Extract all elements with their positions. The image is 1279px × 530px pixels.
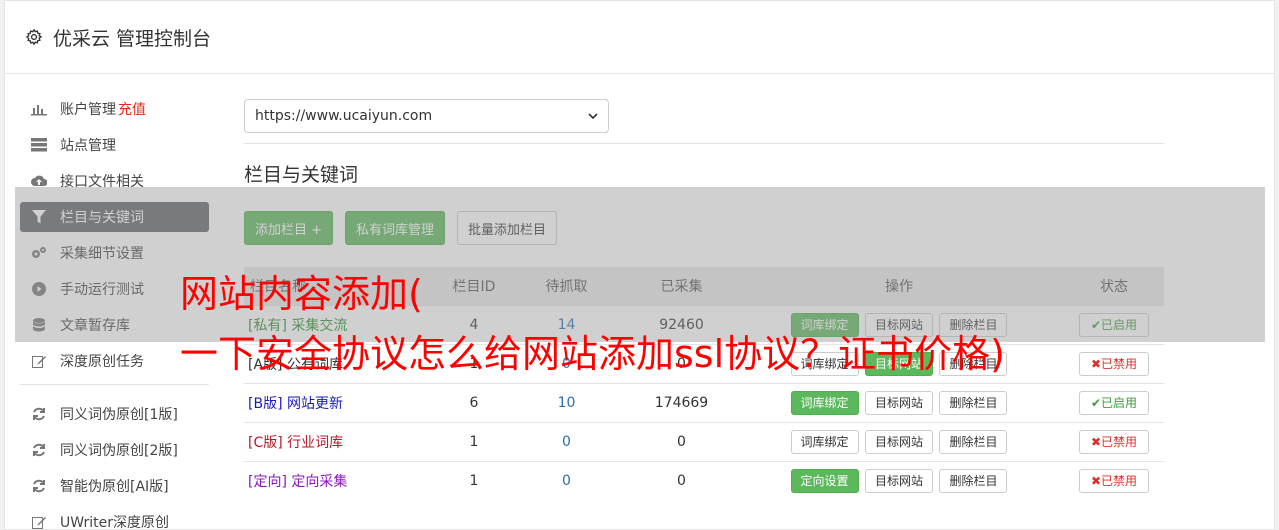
sidebar-item-label: UWriter深度原创 xyxy=(60,515,169,530)
column-name-cell[interactable]: [B版] 网站更新 xyxy=(244,382,444,422)
site-select-value: https://www.ucaiyun.com xyxy=(255,108,433,124)
pending-count[interactable]: 10 xyxy=(504,382,629,422)
sidebar-item-uwriter[interactable]: UWriter深度原创 xyxy=(20,507,209,530)
gray-overlay-band xyxy=(15,187,1265,342)
watermark-line-1: 网站内容添加( xyxy=(180,272,423,316)
status-cell: ✔已启用 xyxy=(1064,382,1164,422)
column-tag: [定向] xyxy=(248,473,287,490)
site-select[interactable]: https://www.ucaiyun.com xyxy=(244,99,609,133)
refresh-icon xyxy=(31,406,47,422)
column-name: 行业词库 xyxy=(287,434,344,451)
ops-cell: 定向设置 目标网站 删除栏目 xyxy=(734,460,1064,500)
bind-lib-button[interactable]: 词库绑定 xyxy=(790,390,859,415)
sidebar-item-ai-original[interactable]: 智能伪原创[AI版] xyxy=(20,471,209,501)
column-id: 1 xyxy=(444,421,504,461)
sidebar-item-label: 深度原创任务 xyxy=(60,354,144,370)
status-toggle[interactable]: ✔已启用 xyxy=(1078,390,1150,415)
recharge-link[interactable]: 充值 xyxy=(118,99,146,119)
status-toggle[interactable]: ✖已禁用 xyxy=(1078,468,1150,493)
column-id: 1 xyxy=(444,460,504,500)
server-icon xyxy=(31,137,47,153)
page-header: 优采云 管理控制台 xyxy=(5,1,1274,74)
delete-column-button[interactable]: 删除栏目 xyxy=(939,468,1008,493)
sidebar-divider xyxy=(20,384,209,385)
table-row: [定向] 定向采集 1 0 0 定向设置 目标网站 删除栏目 ✖已禁用 xyxy=(244,460,1164,500)
status-toggle[interactable]: ✖已禁用 xyxy=(1078,351,1150,376)
column-name-cell[interactable]: [C版] 行业词库 xyxy=(244,421,444,461)
sidebar-item-label: 站点管理 xyxy=(60,138,116,154)
status-cell: ✖已禁用 xyxy=(1064,421,1164,461)
sidebar-item-account[interactable]: 账户管理 充值 xyxy=(20,94,209,124)
bar-chart-icon xyxy=(31,101,47,117)
pending-count[interactable]: 0 xyxy=(504,421,629,461)
status-cell: ✖已禁用 xyxy=(1064,343,1164,383)
column-name-cell[interactable]: [定向] 定向采集 xyxy=(244,460,444,500)
target-site-button[interactable]: 目标网站 xyxy=(864,429,933,454)
sidebar-item-label: 账户管理 xyxy=(60,102,116,118)
column-name: 网站更新 xyxy=(286,395,343,412)
column-tag: [B版] xyxy=(248,395,283,412)
sidebar-item-label: 智能伪原创[AI版] xyxy=(60,479,169,495)
table-row: [C版] 行业词库 1 0 0 词库绑定 目标网站 删除栏目 ✖已禁用 xyxy=(244,421,1164,461)
sidebar-item-synonym-v2[interactable]: 同义词伪原创[2版] xyxy=(20,435,209,465)
sidebar-item-label: 同义词伪原创[1版] xyxy=(60,407,178,423)
gear-icon xyxy=(25,28,43,46)
watermark-line-2: 一下安全协议怎么给网站添加ssl协议？证书价格) xyxy=(180,332,1005,376)
column-name: 定向采集 xyxy=(291,473,348,490)
divider xyxy=(244,143,1164,144)
ops-cell: 词库绑定 目标网站 删除栏目 xyxy=(734,421,1064,461)
sidebar-item-sites[interactable]: 站点管理 xyxy=(20,130,209,160)
status-toggle[interactable]: ✖已禁用 xyxy=(1078,429,1150,454)
refresh-icon xyxy=(31,442,47,458)
delete-column-button[interactable]: 删除栏目 xyxy=(939,390,1008,415)
page-title: 优采云 管理控制台 xyxy=(53,27,212,50)
collected-count: 0 xyxy=(629,460,734,500)
table-row: [B版] 网站更新 6 10 174669 词库绑定 目标网站 删除栏目 ✔已启… xyxy=(244,382,1164,422)
collected-count: 0 xyxy=(629,421,734,461)
sidebar-item-synonym-v1[interactable]: 同义词伪原创[1版] xyxy=(20,399,209,429)
chevron-down-icon xyxy=(588,112,598,119)
edit-icon xyxy=(31,353,47,369)
delete-column-button[interactable]: 删除栏目 xyxy=(939,429,1008,454)
status-cell: ✖已禁用 xyxy=(1064,460,1164,500)
collected-count: 174669 xyxy=(629,382,734,422)
edit-icon xyxy=(31,514,47,530)
refresh-icon xyxy=(31,478,47,494)
target-site-button[interactable]: 目标网站 xyxy=(864,468,933,493)
bind-lib-button[interactable]: 词库绑定 xyxy=(790,429,859,454)
target-site-button[interactable]: 目标网站 xyxy=(864,390,933,415)
pending-count[interactable]: 0 xyxy=(504,460,629,500)
column-id: 6 xyxy=(444,382,504,422)
ops-cell: 词库绑定 目标网站 删除栏目 xyxy=(734,382,1064,422)
sidebar-item-label: 同义词伪原创[2版] xyxy=(60,443,178,459)
column-tag: [C版] xyxy=(248,434,283,451)
section-title: 栏目与关键词 xyxy=(244,164,359,186)
directed-settings-button[interactable]: 定向设置 xyxy=(790,468,859,493)
